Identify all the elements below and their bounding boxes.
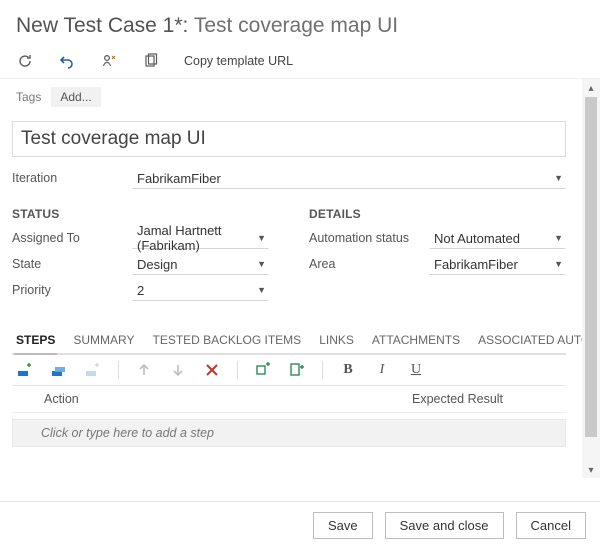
iteration-dropdown[interactable]: FabrikamFiber ▼ (132, 167, 566, 189)
state-value: Design (137, 257, 177, 272)
separator (118, 361, 119, 379)
add-step-placeholder[interactable]: Click or type here to add a step (12, 419, 566, 447)
iteration-label: Iteration (12, 171, 132, 185)
cancel-button[interactable]: Cancel (516, 512, 586, 539)
separator (322, 361, 323, 379)
assigned-to-dropdown[interactable]: Jamal Hartnett (Fabrikam) ▼ (132, 227, 269, 249)
save-and-close-button[interactable]: Save and close (385, 512, 504, 539)
create-shared-steps-icon[interactable] (84, 361, 102, 379)
move-up-icon[interactable] (135, 361, 153, 379)
scroll-up-icon[interactable]: ▴ (582, 79, 600, 97)
steps-header: Action Expected Result (12, 386, 566, 413)
automation-status-value: Not Automated (434, 231, 520, 246)
bold-icon[interactable]: B (339, 361, 357, 379)
title-input[interactable] (12, 121, 566, 157)
state-label: State (12, 257, 132, 271)
tab-strip: STEPS SUMMARY TESTED BACKLOG ITEMS LINKS… (12, 327, 566, 355)
priority-value: 2 (137, 283, 144, 298)
tab-steps[interactable]: STEPS (14, 327, 57, 355)
tab-attachments[interactable]: ATTACHMENTS (370, 327, 462, 353)
form-body: Tags Add... Iteration FabrikamFiber ▼ ST… (0, 78, 600, 478)
priority-label: Priority (12, 283, 132, 297)
chevron-down-icon: ▼ (257, 285, 266, 295)
insert-param-icon[interactable] (254, 361, 272, 379)
tags-row: Tags Add... (12, 79, 566, 113)
refresh-icon[interactable] (16, 52, 34, 70)
area-value: FabrikamFiber (434, 257, 518, 272)
state-dropdown[interactable]: Design ▼ (132, 253, 269, 275)
delete-step-icon[interactable] (203, 361, 221, 379)
main-toolbar: Copy template URL (0, 48, 600, 78)
add-tag-button[interactable]: Add... (51, 87, 100, 107)
details-heading: DETAILS (309, 207, 566, 221)
copy-icon[interactable] (142, 52, 160, 70)
separator (237, 361, 238, 379)
scroll-thumb[interactable] (585, 97, 597, 437)
save-button[interactable]: Save (313, 512, 373, 539)
chevron-down-icon: ▼ (257, 233, 266, 243)
copy-template-url-link[interactable]: Copy template URL (184, 54, 293, 68)
chevron-down-icon: ▼ (554, 173, 563, 183)
scroll-down-icon[interactable]: ▾ (582, 461, 600, 478)
title-prefix: New Test Case 1*: (16, 14, 188, 37)
assign-icon[interactable] (100, 52, 118, 70)
tab-tested-backlog[interactable]: TESTED BACKLOG ITEMS (150, 327, 303, 353)
chevron-down-icon: ▼ (554, 259, 563, 269)
move-down-icon[interactable] (169, 361, 187, 379)
column-action: Action (44, 392, 412, 406)
area-label: Area (309, 257, 429, 271)
tags-label: Tags (16, 90, 41, 104)
iteration-value: FabrikamFiber (137, 171, 221, 186)
automation-status-label: Automation status (309, 231, 429, 245)
undo-icon[interactable] (58, 52, 76, 70)
title-name: Test coverage map UI (194, 14, 398, 37)
area-dropdown[interactable]: FabrikamFiber ▼ (429, 253, 566, 275)
tab-links[interactable]: LINKS (317, 327, 356, 353)
window-title: New Test Case 1*: Test coverage map UI (0, 0, 600, 48)
insert-step-icon[interactable] (16, 361, 34, 379)
italic-icon[interactable]: I (373, 361, 391, 379)
chevron-down-icon: ▼ (257, 259, 266, 269)
insert-shared-step-icon[interactable] (50, 361, 68, 379)
underline-icon[interactable]: U (407, 361, 425, 379)
priority-dropdown[interactable]: 2 ▼ (132, 279, 269, 301)
chevron-down-icon: ▼ (554, 233, 563, 243)
vertical-scrollbar[interactable]: ▴ ▾ (582, 79, 600, 478)
assigned-to-label: Assigned To (12, 231, 132, 245)
steps-toolbar: B I U (12, 355, 566, 386)
automation-status-dropdown[interactable]: Not Automated ▼ (429, 227, 566, 249)
add-attachment-icon[interactable] (288, 361, 306, 379)
status-heading: STATUS (12, 207, 269, 221)
assigned-to-value: Jamal Hartnett (Fabrikam) (137, 223, 264, 253)
dialog-footer: Save Save and close Cancel (0, 501, 600, 549)
column-expected: Expected Result (412, 392, 562, 406)
tab-summary[interactable]: SUMMARY (71, 327, 136, 353)
